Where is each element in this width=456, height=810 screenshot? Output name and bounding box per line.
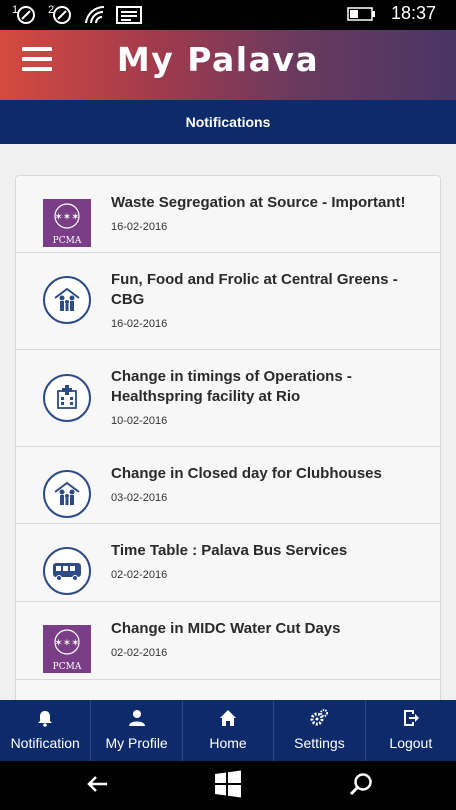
home-icon bbox=[220, 710, 237, 726]
nav-settings[interactable]: Settings bbox=[274, 700, 366, 761]
message-icon bbox=[116, 6, 142, 24]
sim1-label: 1 bbox=[12, 4, 19, 16]
pcma-logo-text: PCMA bbox=[53, 662, 82, 672]
notification-date: 16-02-2016 bbox=[111, 221, 168, 233]
notification-title: Change in MIDC Water Cut Days bbox=[111, 620, 341, 637]
notification-item[interactable]: Time Table : Palava Bus Services 02-02-2… bbox=[16, 524, 440, 602]
svg-text:✶✶✶: ✶✶✶ bbox=[54, 638, 79, 649]
app-header: My Palava bbox=[0, 30, 456, 100]
back-arrow-icon[interactable] bbox=[85, 771, 111, 797]
nav-my-profile[interactable]: My Profile bbox=[91, 700, 183, 761]
family-icon bbox=[43, 470, 91, 518]
hospital-icon bbox=[43, 374, 91, 422]
nav-logout[interactable]: Logout bbox=[366, 700, 456, 761]
nav-label: My Profile bbox=[105, 735, 168, 751]
logout-icon bbox=[403, 710, 419, 726]
app-title: My Palava bbox=[116, 40, 320, 79]
notification-item[interactable]: Fun, Food and Frolic at Central Greens -… bbox=[16, 253, 440, 350]
battery-icon bbox=[347, 6, 375, 21]
sim2-label: 2 bbox=[48, 4, 55, 16]
sim2-signal-icon: 2 bbox=[48, 4, 74, 26]
system-nav-bar bbox=[0, 761, 456, 810]
family-icon bbox=[43, 276, 91, 324]
notification-content[interactable]: ✶✶✶ PCMA Waste Segregation at Source - I… bbox=[0, 144, 456, 700]
svg-text:✶✶✶: ✶✶✶ bbox=[54, 212, 79, 223]
notification-list: ✶✶✶ PCMA Waste Segregation at Source - I… bbox=[15, 175, 441, 700]
bus-icon bbox=[43, 547, 91, 595]
notification-title: Waste Segregation at Source - Important! bbox=[111, 194, 406, 211]
notification-date: 10-02-2016 bbox=[111, 415, 168, 427]
status-bar: 1 2 18:37 bbox=[0, 0, 456, 30]
wifi-icon bbox=[85, 5, 105, 24]
sim1-signal-icon: 1 bbox=[12, 4, 38, 26]
pcma-logo: ✶✶✶ PCMA bbox=[43, 199, 91, 247]
notification-item[interactable]: ✶✶✶ PCMA Waste Segregation at Source - I… bbox=[16, 176, 440, 253]
notification-title: Fun, Food and Frolic at Central Greens -… bbox=[111, 271, 398, 308]
search-icon[interactable] bbox=[348, 771, 374, 797]
user-icon bbox=[128, 710, 145, 726]
notification-item[interactable]: Change in Closed day for Clubhouses 03-0… bbox=[16, 447, 440, 524]
pcma-logo-text: PCMA bbox=[53, 236, 82, 246]
bottom-nav: Notification My Profile Home Settings Lo… bbox=[0, 700, 456, 761]
nav-label: Settings bbox=[294, 735, 345, 751]
notification-date: 03-02-2016 bbox=[111, 492, 168, 504]
page-title: Notifications bbox=[0, 100, 456, 144]
windows-start-icon[interactable] bbox=[214, 770, 242, 798]
nav-label: Notification bbox=[10, 735, 80, 751]
gears-icon bbox=[310, 709, 329, 726]
notification-date: 02-02-2016 bbox=[111, 569, 168, 581]
notification-item[interactable]: ✶✶✶ PCMA Change in MIDC Water Cut Days 0… bbox=[16, 602, 440, 680]
pcma-logo: ✶✶✶ PCMA bbox=[43, 625, 91, 673]
nav-label: Logout bbox=[389, 735, 433, 751]
nav-label: Home bbox=[209, 735, 247, 751]
notification-item[interactable]: Change in timings of Operations - Health… bbox=[16, 350, 440, 447]
bell-icon bbox=[38, 711, 53, 727]
notification-title: Change in Closed day for Clubhouses bbox=[111, 465, 382, 482]
nav-home[interactable]: Home bbox=[183, 700, 275, 761]
clock: 18:37 bbox=[390, 3, 436, 23]
notification-title: Time Table : Palava Bus Services bbox=[111, 542, 348, 559]
nav-notification[interactable]: Notification bbox=[0, 700, 92, 761]
list-item-partial[interactable] bbox=[16, 680, 440, 700]
notification-title: Change in timings of Operations - Health… bbox=[111, 368, 352, 405]
notification-date: 16-02-2016 bbox=[111, 318, 168, 330]
notification-date: 02-02-2016 bbox=[111, 647, 168, 659]
